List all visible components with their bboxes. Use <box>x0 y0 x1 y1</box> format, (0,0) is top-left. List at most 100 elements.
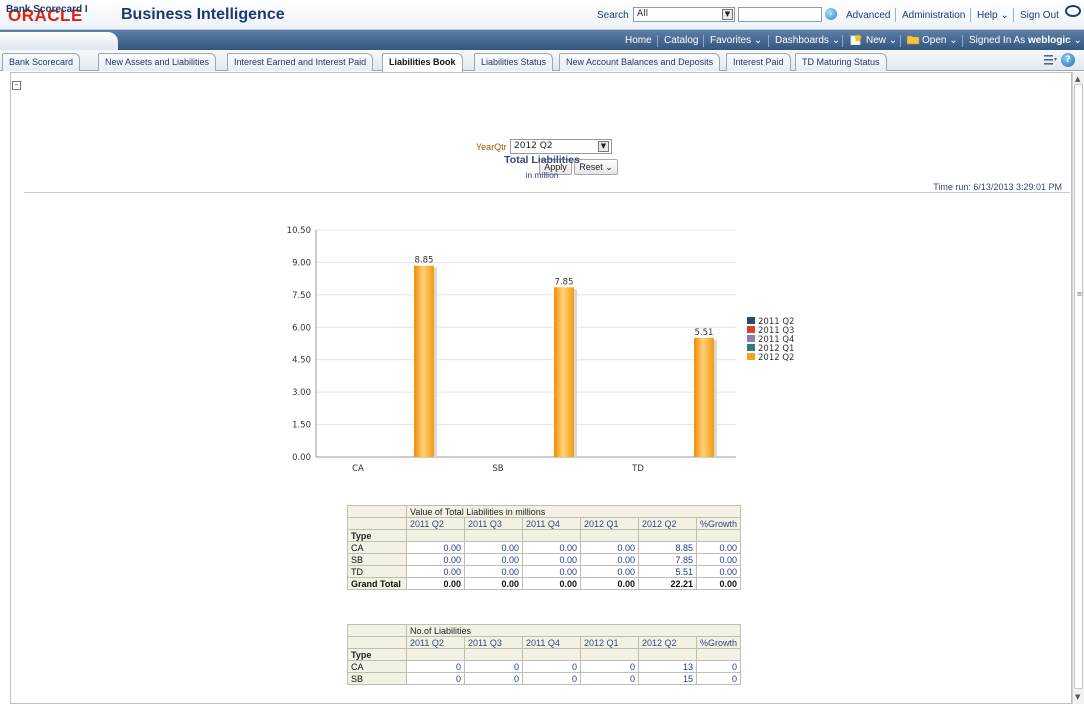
tab-liabilities-status[interactable]: Liabilities Status <box>474 53 554 71</box>
table-cell: 0 <box>695 660 742 673</box>
column-header[interactable]: 2011 Q2 <box>406 636 465 649</box>
row-label[interactable]: CA <box>347 541 407 554</box>
table-cell: 0.00 <box>406 565 465 578</box>
administration-link[interactable]: Administration <box>902 10 965 21</box>
yearqtr-value: 2012 Q2 <box>514 141 553 151</box>
dashboards-menu[interactable]: Dashboards ⌄ <box>775 35 840 46</box>
favorites-menu[interactable]: Favorites ⌄ <box>710 35 762 46</box>
table-cell: 0 <box>695 672 742 685</box>
table-cell: 0.00 <box>580 553 639 566</box>
search-scope-select[interactable]: All ▼ <box>633 7 735 22</box>
tab-new-assets-and-liabilities[interactable]: New Assets and Liabilities <box>98 53 217 71</box>
tab-td-maturing-status[interactable]: TD Maturing Status <box>795 53 887 71</box>
column-header[interactable]: 2011 Q4 <box>522 636 581 649</box>
search-go-icon[interactable]: › <box>825 8 837 20</box>
table-caption: Value of Total Liabilities in millions <box>405 505 742 518</box>
favorites-label: Favorites <box>710 35 752 46</box>
divider <box>657 35 658 47</box>
column-header[interactable]: 2012 Q1 <box>580 636 639 649</box>
page-options-icon[interactable] <box>1044 54 1057 65</box>
table-cell: 0.00 <box>406 577 465 590</box>
table-cell: 0 <box>406 660 465 673</box>
table-cell: 0.00 <box>695 565 742 578</box>
table-row: SB 0.00 0.00 0.00 0.00 7.85 0.00 <box>347 553 742 566</box>
advanced-link[interactable]: Advanced <box>846 10 890 21</box>
collapse-section-icon[interactable]: – <box>12 81 21 90</box>
column-header[interactable]: %Growth <box>695 636 742 649</box>
table-cell: 0.00 <box>464 577 523 590</box>
report-title: Total Liabilities <box>504 154 580 166</box>
divider <box>895 8 896 22</box>
open-label: Open <box>922 35 947 46</box>
column-header[interactable]: 2011 Q2 <box>406 517 465 530</box>
column-header[interactable]: 2011 Q4 <box>522 517 581 530</box>
legend-swatch <box>747 353 755 360</box>
chevron-down-icon: ⌄ <box>831 35 841 46</box>
row-label[interactable]: SB <box>347 672 407 685</box>
report-subtitle: in million <box>525 170 559 180</box>
grand-total-row: Grand Total 0.00 0.00 0.00 0.00 22.21 0.… <box>347 577 742 590</box>
column-header[interactable]: 2012 Q2 <box>638 636 697 649</box>
column-header[interactable]: 2012 Q2 <box>638 517 697 530</box>
product-title: Business Intelligence <box>121 6 285 23</box>
y-tick-label: 3.00 <box>292 388 311 398</box>
chevron-down-icon: ▼ <box>598 141 609 152</box>
tab-liabilities-book[interactable]: Liabilities Book <box>382 53 463 72</box>
column-header[interactable]: 2011 Q3 <box>464 517 523 530</box>
data-label: 8.85 <box>415 256 434 266</box>
chevron-down-icon: ▼ <box>722 9 733 20</box>
table-cell: 0.00 <box>695 553 742 566</box>
y-tick-label: 9.00 <box>292 258 311 268</box>
table-cell: 0.00 <box>406 553 465 566</box>
dashboards-label: Dashboards <box>775 35 829 46</box>
y-tick-label: 7.50 <box>292 291 311 301</box>
home-link[interactable]: Home <box>625 35 652 46</box>
table-cell: 22.21 <box>638 577 697 590</box>
catalog-link[interactable]: Catalog <box>664 35 698 46</box>
chevron-down-icon: ⌄ <box>888 35 898 46</box>
open-menu[interactable]: Open ⌄ <box>922 35 958 46</box>
vertical-scrollbar[interactable]: ▲ ≡ ▼ <box>1072 72 1084 704</box>
table-cell: 0 <box>522 672 581 685</box>
table-cell: 0.00 <box>580 565 639 578</box>
row-label[interactable]: TD <box>347 565 407 578</box>
tab-interest-earned-and-interest-paid[interactable]: Interest Earned and Interest Paid <box>227 53 374 71</box>
liabilities-bar-chart: 0.00 1.50 3.00 4.50 6.00 7.50 9.00 10.50 CA 8.85 S… <box>287 226 795 474</box>
chevron-down-icon: ⌄ <box>949 35 958 46</box>
scroll-down-icon[interactable]: ▼ <box>1075 693 1080 701</box>
yearqtr-select[interactable]: 2012 Q2 ▼ <box>510 139 612 154</box>
divider <box>24 192 1070 193</box>
search-label: Search <box>597 10 629 21</box>
table-cell: 0.00 <box>522 553 581 566</box>
divider <box>842 35 843 47</box>
table-row: CA 0.00 0.00 0.00 0.00 8.85 0.00 <box>347 541 742 554</box>
new-menu[interactable]: New ⌄ <box>866 35 897 46</box>
signed-in-menu[interactable]: Signed In As weblogic ⌄ <box>969 35 1082 46</box>
row-header-type: Type <box>347 529 407 542</box>
table-corner <box>347 636 407 649</box>
dashboard-tab[interactable] <box>0 32 118 50</box>
sign-out-link[interactable]: Sign Out <box>1020 10 1059 21</box>
legend-swatch <box>747 326 755 333</box>
number-of-liabilities-table: No.of Liabilities 2011 Q2 2011 Q3 2011 Q… <box>347 624 742 685</box>
tab-interest-paid[interactable]: Interest Paid <box>726 53 791 71</box>
legend-swatch <box>747 344 755 351</box>
row-label[interactable]: CA <box>347 660 407 673</box>
table-cell: 5.51 <box>638 565 697 578</box>
help-icon[interactable]: ? <box>1061 53 1075 67</box>
tab-new-account-balances-and-deposits[interactable]: New Account Balances and Deposits <box>559 53 721 71</box>
table-cell: 0.00 <box>522 565 581 578</box>
column-header[interactable]: 2012 Q1 <box>580 517 639 530</box>
legend-swatch <box>747 317 755 324</box>
search-input[interactable] <box>738 7 822 22</box>
row-label[interactable]: SB <box>347 553 407 566</box>
scroll-up-icon[interactable]: ▲ <box>1075 75 1080 83</box>
help-menu[interactable]: Help ⌄ <box>977 10 1009 21</box>
bar <box>414 265 434 457</box>
column-header[interactable]: 2011 Q3 <box>464 636 523 649</box>
y-tick-label: 10.50 <box>287 226 311 236</box>
table-cell: 0.00 <box>580 541 639 554</box>
tab-bank-scorecard[interactable]: Bank Scorecard <box>2 53 81 71</box>
sign-out-icon[interactable] <box>1065 5 1081 17</box>
column-header[interactable]: %Growth <box>695 517 742 530</box>
